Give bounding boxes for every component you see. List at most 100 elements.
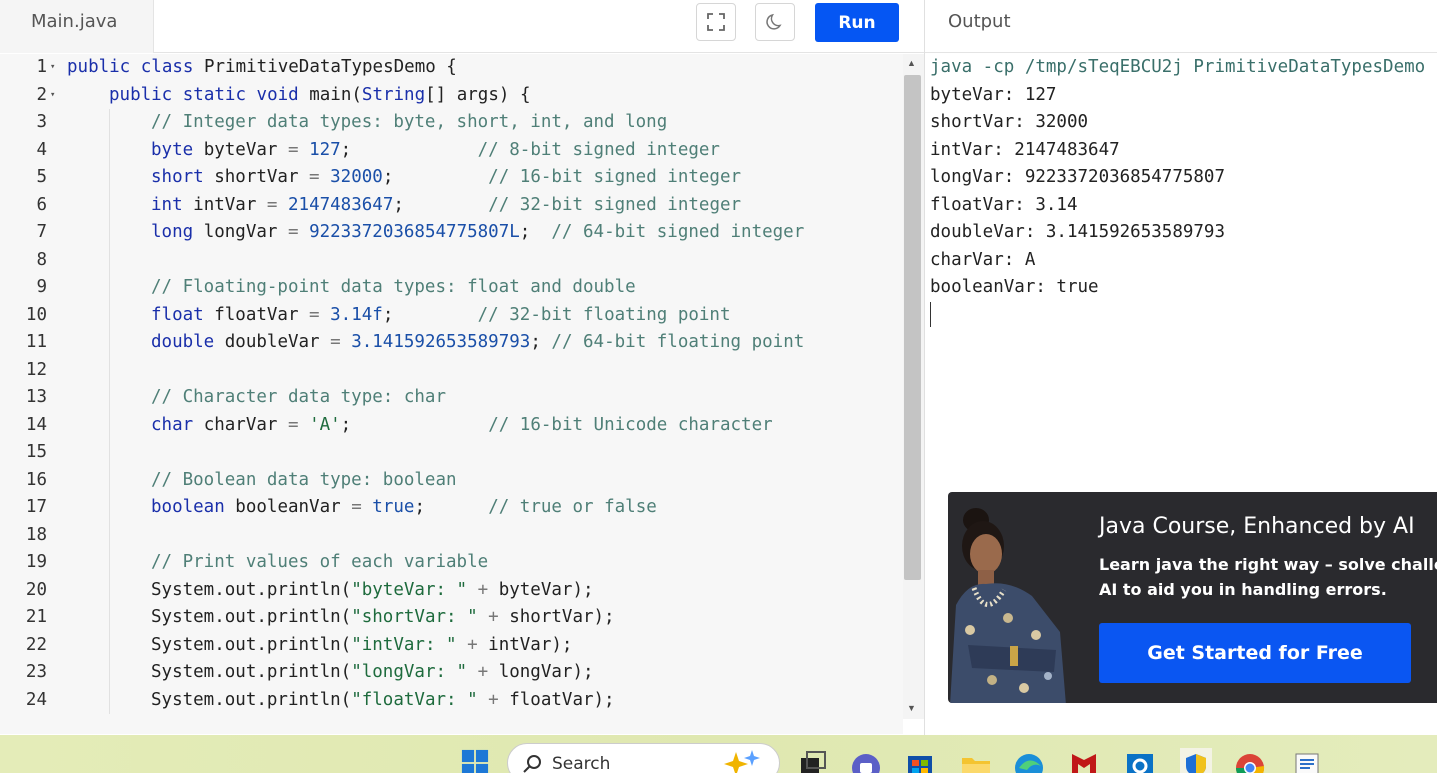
code-line[interactable]: 2 ▾ public static void main(String[] args)…	[0, 82, 903, 110]
code-token: [] args) {	[425, 84, 531, 105]
indent-guide	[109, 136, 110, 164]
course-ad[interactable]: Java Course, Enhanced by AI Learn java t…	[948, 492, 1437, 703]
code-editor[interactable]: 1 ▾ public class PrimitiveDataTypesDemo {2…	[0, 54, 903, 734]
code-token: "intVar: "	[351, 634, 457, 655]
line-number: 18	[25, 524, 47, 545]
indent-guide	[109, 521, 110, 549]
code-line[interactable]: 7 long longVar = 9223372036854775807L; //…	[0, 219, 903, 247]
tab-main-java[interactable]: Main.java	[0, 0, 154, 53]
line-number: 2	[36, 84, 47, 105]
store-icon[interactable]	[904, 748, 936, 773]
text-cursor	[930, 302, 931, 327]
code-line[interactable]: 3 // Integer data types: byte, short, int…	[0, 109, 903, 137]
notepad-icon[interactable]	[1290, 748, 1322, 773]
line-number: 23	[25, 662, 47, 682]
chrome-icon[interactable]	[1234, 748, 1266, 773]
code-text: // Integer data types: byte, short, int,…	[151, 109, 667, 137]
code-line[interactable]: 10 float floatVar = 3.14f; // 32-bit floa…	[0, 301, 903, 329]
code-line[interactable]: 21 System.out.println("shortVar: " + shor…	[0, 604, 903, 632]
line-number: 10	[25, 304, 47, 325]
code-token: PrimitiveDataTypesDemo {	[203, 57, 457, 77]
code-line[interactable]: 12	[0, 356, 903, 384]
line-number: 5	[36, 167, 47, 187]
code-token: // Floating-point data types: float and …	[151, 277, 636, 297]
scroll-up-icon[interactable]: ▲	[907, 58, 916, 68]
code-line[interactable]: 4 byte byteVar = 127; // 8-bit signed int…	[0, 136, 903, 165]
code-text: // Character data type: char	[151, 384, 446, 412]
task-view-icon[interactable]	[797, 748, 829, 773]
code-line[interactable]: 17 boolean booleanVar = true; // true or …	[0, 494, 903, 522]
code-token: 3.141592653589793	[351, 332, 531, 352]
output-line: charVar: A	[930, 249, 1036, 270]
ad-title: Java Course, Enhanced by AI	[1099, 514, 1415, 539]
code-line[interactable]: 22 System.out.println("intVar: " + intVar…	[0, 631, 903, 660]
code-line[interactable]: 14 char charVar = 'A'; // 16-bit Unicode …	[0, 411, 903, 439]
code-line[interactable]: 1 ▾ public class PrimitiveDataTypesDemo {	[0, 54, 903, 82]
editor-scrollbar-thumb[interactable]	[904, 75, 921, 580]
output-line: floatVar: 3.14	[930, 194, 1078, 215]
code-line[interactable]: 20 System.out.println("byteVar: " + byteV…	[0, 576, 903, 604]
taskbar-search[interactable]: Search	[507, 743, 780, 773]
line-number: 21	[25, 607, 47, 627]
line-number: 12	[25, 359, 47, 380]
code-line[interactable]: 19 // Print values of each variable	[0, 549, 903, 577]
mcafee-icon[interactable]	[1068, 748, 1100, 773]
code-text: // Floating-point data types: float and …	[151, 274, 636, 302]
code-token: +	[456, 634, 489, 655]
edge-icon[interactable]	[1013, 748, 1045, 773]
scroll-down-icon[interactable]: ▼	[907, 703, 916, 713]
code-line[interactable]: 18	[0, 521, 903, 549]
file-explorer-icon[interactable]	[960, 748, 992, 773]
fullscreen-button[interactable]	[696, 3, 736, 41]
indent-guide	[109, 549, 110, 577]
code-line[interactable]: 13 // Character data type: char	[0, 384, 903, 412]
output-header: Output	[925, 0, 1437, 53]
run-button[interactable]: Run	[815, 3, 899, 42]
code-token: booleanVar	[235, 497, 352, 517]
teams-icon[interactable]	[850, 748, 882, 773]
code-line[interactable]: 23 System.out.println("longVar: " + longV…	[0, 659, 903, 687]
indent-guide	[109, 301, 110, 329]
fold-toggle-icon[interactable]: ▾	[50, 54, 55, 82]
output-line: longVar: 9223372036854775807	[930, 167, 1226, 187]
get-started-button[interactable]: Get Started for Free	[1099, 623, 1411, 683]
code-token: ;	[340, 139, 478, 160]
code-text: System.out.println("intVar: " + intVar);	[151, 632, 572, 660]
code-text: byte byteVar = 127; // 8-bit signed inte…	[151, 137, 720, 165]
code-token: String	[361, 84, 426, 105]
line-number: 3	[36, 112, 47, 132]
dark-mode-button[interactable]	[755, 3, 795, 41]
code-line[interactable]: 5 short shortVar = 32000; // 16-bit signe…	[0, 164, 903, 192]
code-line[interactable]: 6 int intVar = 2147483647; // 32-bit sign…	[0, 191, 903, 219]
search-label: Search	[552, 754, 611, 773]
security-icon[interactable]	[1180, 748, 1212, 773]
taskbar: Search	[0, 735, 1437, 773]
indent-guide	[109, 109, 110, 137]
code-token: =	[309, 167, 331, 187]
code-token: =	[330, 332, 352, 352]
fold-toggle-icon[interactable]: ▾	[50, 82, 55, 110]
code-line[interactable]: 16 // Boolean data type: boolean	[0, 466, 903, 495]
windows-start-icon[interactable]	[459, 749, 491, 773]
code-line[interactable]: 9 // Floating-point data types: float and…	[0, 274, 903, 302]
code-line[interactable]: 8	[0, 246, 903, 274]
code-line[interactable]: 11 double doubleVar = 3.141592653589793; …	[0, 329, 903, 357]
code-line[interactable]: 24 System.out.println("floatVar: " + floa…	[0, 686, 903, 714]
code-token: true	[372, 497, 415, 517]
line-number: 11	[25, 332, 47, 352]
code-token: System.out.println(	[151, 662, 352, 682]
code-text: // Boolean data type: boolean	[151, 467, 457, 495]
code-token: intVar);	[488, 634, 573, 655]
code-token: "longVar: "	[351, 662, 468, 682]
indent-guide	[109, 274, 110, 302]
indent-guide	[109, 659, 110, 687]
outlook-icon[interactable]	[1124, 748, 1156, 773]
code-text: public static void main(String[] args) {	[109, 82, 530, 110]
editor-toolbar: Main.java Run	[0, 0, 924, 53]
code-token: float	[151, 304, 215, 325]
code-token: public	[67, 57, 141, 77]
code-line[interactable]: 15	[0, 439, 903, 467]
code-token: ;	[519, 222, 552, 242]
copilot-icon[interactable]	[716, 748, 766, 773]
code-token: // 32-bit signed integer	[488, 194, 742, 215]
